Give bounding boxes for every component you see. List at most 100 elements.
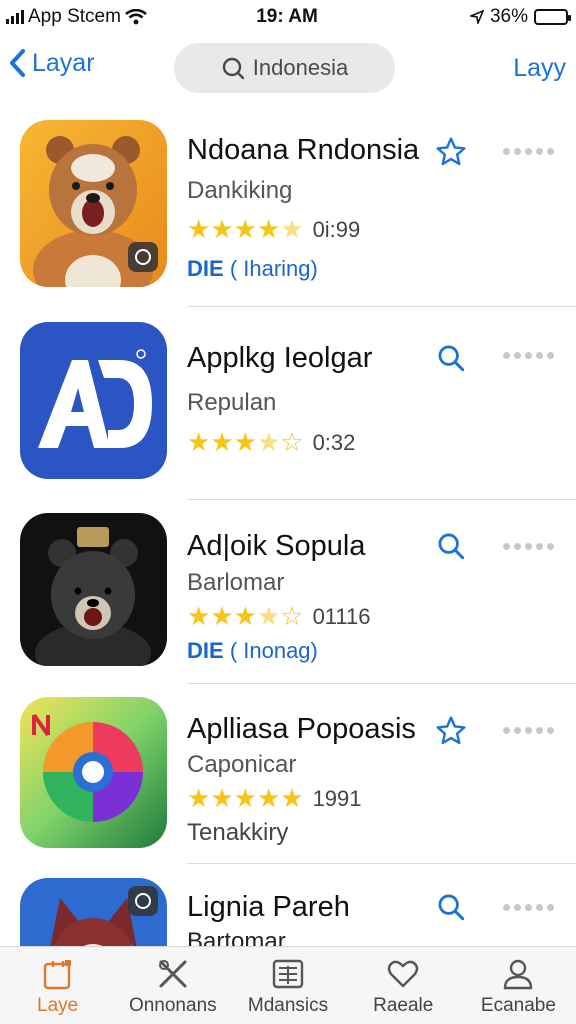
status-left: App Stcem [6, 6, 206, 28]
battery-icon [534, 9, 571, 25]
star-half-icon: ★ [256, 601, 281, 631]
star-half-icon: ★ [256, 427, 281, 457]
rating-stars: ★★★★★ [187, 785, 304, 812]
rating-count: 0:32 [312, 429, 356, 455]
nav-right-button[interactable]: Layy [513, 54, 566, 83]
tools-icon [158, 960, 187, 988]
app-subtitle: Barlomar [187, 569, 285, 596]
rating-stars: ★★★★★ [187, 216, 304, 243]
tab-label: Laye [37, 995, 79, 1016]
search-icon [222, 57, 244, 80]
tab-bar: Laye Onnonans Mdansics Raeale Ecanabe [0, 946, 576, 1024]
rating-stars: ★★★★☆ [187, 429, 304, 456]
rating-count: 0i:99 [312, 216, 361, 242]
tab-label: Raeale [373, 995, 434, 1016]
tab-label: Mdansics [247, 995, 329, 1016]
tab-favorites[interactable]: Raeale [346, 947, 461, 1024]
back-label: Layar [32, 48, 95, 77]
divider [187, 863, 576, 864]
divider [187, 499, 576, 500]
tab-label: Onnonans [128, 995, 217, 1016]
star-rating: ★★★★★ 0i:99 [187, 216, 360, 243]
tab-grid[interactable]: Mdansics [230, 947, 345, 1024]
star-filled-icon: ★ [187, 601, 211, 631]
search-text: Indonesia [252, 55, 349, 80]
tab-today[interactable]: Laye [0, 947, 115, 1024]
app-title: Aplliasa Popoasis [187, 713, 416, 745]
star-filled-icon: ★ [256, 783, 281, 813]
more-options-icon[interactable] [503, 727, 554, 734]
search-field[interactable]: Indonesia [174, 43, 395, 93]
divider [187, 683, 576, 684]
grid-icon [272, 959, 304, 989]
app-title: Lignia Pareh [187, 891, 350, 923]
bear-app-icon[interactable] [20, 120, 167, 287]
star-outline-icon[interactable] [434, 135, 468, 169]
app-subtitle: Repulan [187, 389, 277, 416]
star-filled-icon: ★ [210, 214, 234, 244]
star-filled-icon: ★ [187, 214, 211, 244]
status-bar: App Stcem 19: AM 36% [0, 0, 576, 34]
divider [187, 306, 576, 307]
back-button[interactable]: Layar [8, 48, 95, 78]
app-subtitle: Caponicar [187, 751, 297, 778]
star-filled-icon: ★ [233, 427, 257, 457]
person-icon [504, 959, 533, 990]
app-list-item[interactable]: Lignia Pareh Bartomar [0, 878, 576, 946]
star-filled-icon: ★ [256, 214, 281, 244]
more-options-icon[interactable] [503, 148, 554, 155]
star-filled-icon: ★ [233, 601, 257, 631]
star-empty-icon: ☆ [280, 427, 304, 457]
rating-count: 01116 [312, 603, 371, 629]
star-rating: ★★★★☆ 0:32 [187, 429, 355, 456]
tag-text: ( Iharing) [229, 256, 318, 281]
rating-count: 1991 [312, 785, 362, 811]
chevron-left-icon [10, 49, 25, 77]
app-title: Applkg Ieolgar [187, 342, 373, 374]
star-half-icon: ★ [280, 214, 304, 244]
more-options-icon[interactable] [503, 904, 554, 911]
colorful-app-icon[interactable] [20, 697, 167, 848]
star-filled-icon: ★ [210, 783, 234, 813]
star-filled-icon: ★ [210, 427, 234, 457]
search-icon[interactable] [434, 341, 468, 375]
navigation-bar: Layar Indonesia Layy [0, 40, 576, 96]
today-icon [43, 960, 71, 990]
location-arrow-icon [469, 10, 484, 24]
status-right: 36% [368, 6, 571, 28]
app-title: Ad|oik Sopula [187, 530, 366, 562]
app-tag: DIE ( Inonag) [187, 638, 318, 664]
tab-profile[interactable]: Ecanabe [461, 947, 576, 1024]
star-filled-icon: ★ [210, 601, 234, 631]
ad-app-icon[interactable] [20, 322, 167, 479]
wolf-app-icon[interactable] [20, 878, 167, 946]
tag-bold: DIE [187, 638, 224, 663]
app-list-item[interactable]: Applkg Ieolgar Repulan ★★★★☆ 0:32 [0, 322, 576, 500]
search-icon[interactable] [434, 890, 468, 924]
search-icon[interactable] [434, 529, 468, 563]
status-time: 19: AM [256, 6, 318, 27]
star-empty-icon: ☆ [280, 601, 304, 631]
app-subtitle: Dankiking [187, 177, 293, 204]
star-filled-icon: ★ [187, 427, 211, 457]
battery-percent: 36% [489, 6, 528, 27]
app-title: Ndoana Rndonsia [187, 134, 420, 166]
app-tag: Tenakkiry [187, 819, 289, 846]
star-outline-icon[interactable] [434, 714, 468, 748]
heart-icon [388, 960, 419, 988]
wifi-icon [125, 9, 147, 25]
star-filled-icon: ★ [280, 783, 304, 813]
carrier-label: App Stcem [28, 6, 121, 27]
app-list-item[interactable]: Ndoana Rndonsia Dankiking ★★★★★ 0i:99 DI… [0, 120, 576, 307]
more-options-icon[interactable] [503, 543, 554, 550]
tab-label: Ecanabe [480, 995, 556, 1016]
tag-text: ( Inonag) [229, 638, 318, 663]
tab-tools[interactable]: Onnonans [115, 947, 230, 1024]
app-list-item[interactable]: Ad|oik Sopula Barlomar ★★★★☆ 01116 DIE (… [0, 513, 576, 684]
star-filled-icon: ★ [187, 783, 211, 813]
app-list-item[interactable]: Aplliasa Popoasis Caponicar ★★★★★ 1991 T… [0, 697, 576, 864]
star-filled-icon: ★ [233, 783, 257, 813]
more-options-icon[interactable] [503, 352, 554, 359]
star-rating: ★★★★☆ 01116 [187, 603, 370, 630]
black-bear-app-icon[interactable] [20, 513, 167, 666]
